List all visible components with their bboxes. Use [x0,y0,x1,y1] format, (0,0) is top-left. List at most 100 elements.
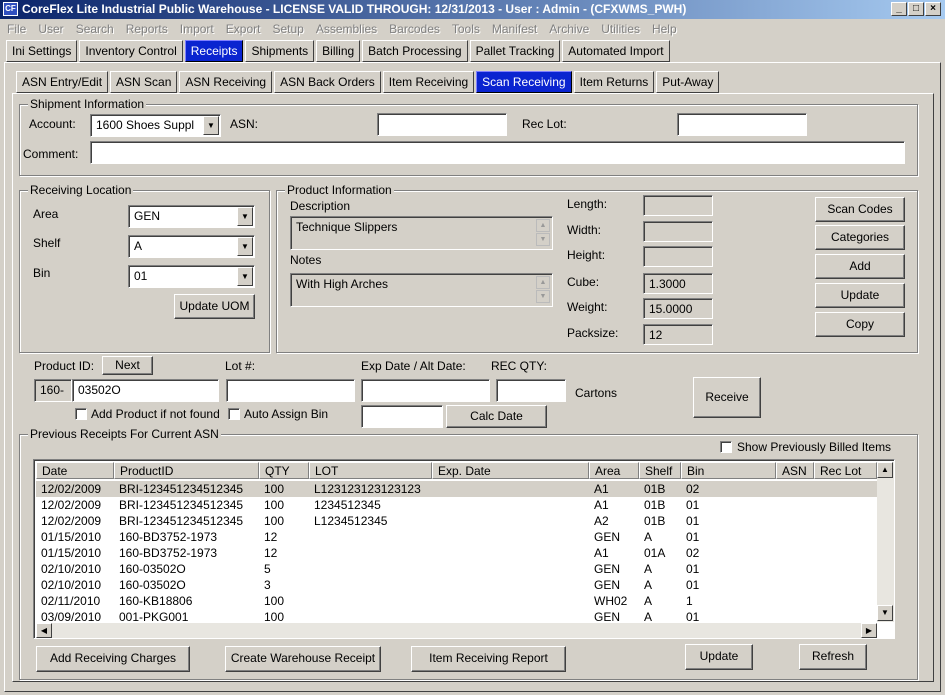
tab-batch-processing[interactable]: Batch Processing [362,40,468,62]
table-row[interactable]: 02/11/2010 160-KB18806 100 WH02 A 1 [36,593,877,609]
scroll-down-icon[interactable]: ▼ [536,233,550,246]
menu-item-setup[interactable]: Setup [265,20,308,36]
menu-item-archive[interactable]: Archive [542,20,594,36]
update-uom-button[interactable]: Update UOM [174,294,255,319]
column-header[interactable]: Date [36,462,114,479]
subtab-asn-entry-edit[interactable]: ASN Entry/Edit [16,71,109,93]
horizontal-scrollbar[interactable]: ◀ ▶ [36,623,877,638]
account-select[interactable]: 1600 Shoes Suppl ▼ [90,114,221,137]
rec-qty-input[interactable] [496,379,566,402]
table-row[interactable]: 02/10/2010 160-03502O 3 GEN A 01 [36,577,877,593]
subtab-asn-back-orders[interactable]: ASN Back Orders [274,71,381,93]
menu-item-user[interactable]: User [31,20,68,36]
exp-date-input[interactable] [361,379,490,402]
menu-item-import[interactable]: Import [173,20,219,36]
subtab-item-returns[interactable]: Item Returns [573,71,655,93]
vertical-scrollbar[interactable]: ▲ ▼ [877,462,894,622]
column-header[interactable]: ASN [776,462,814,479]
table-row[interactable]: 12/02/2009 BRI-123451234512345 100 L1234512… [36,513,877,529]
scroll-left-icon[interactable]: ◀ [36,623,52,638]
chevron-down-icon[interactable]: ▼ [237,237,253,256]
refresh-button[interactable]: Refresh [799,644,867,670]
close-icon[interactable]: × [925,2,941,16]
show-billed-checkbox[interactable] [720,441,732,453]
receipts-table[interactable]: Date ProductID QTY LOT Exp. Date Area Shelf Bin… [33,459,895,639]
menu-item-utilities[interactable]: Utilities [594,20,645,36]
update-product-button[interactable]: Update [815,283,905,308]
reclot-input[interactable] [677,113,807,136]
table-cell: L123123123123123 [314,482,421,496]
lot-input[interactable] [226,379,355,402]
tab-automated-import[interactable]: Automated Import [562,40,670,62]
column-header[interactable]: LOT [309,462,432,479]
copy-button[interactable]: Copy [815,312,905,337]
tab-inventory-control[interactable]: Inventory Control [79,40,183,62]
update-button[interactable]: Update [685,644,753,670]
subtab-scan-receiving[interactable]: Scan Receiving [476,71,572,93]
scroll-up-icon[interactable]: ▲ [536,276,550,289]
alt-date-input[interactable] [361,405,443,428]
scroll-down-icon[interactable]: ▼ [877,605,893,621]
menu-item-file[interactable]: File [0,20,31,36]
maximize-icon[interactable]: □ [908,2,924,16]
menu-item-search[interactable]: Search [69,20,119,36]
column-header[interactable]: Shelf [639,462,681,479]
table-row[interactable]: 01/15/2010 160-BD3752-1973 12 GEN A 01 [36,529,877,545]
menu-item-tools[interactable]: Tools [445,20,485,36]
table-row[interactable]: 12/02/2009 BRI-123451234512345 100 L1231231… [36,481,877,497]
add-product-checkbox[interactable] [75,408,87,420]
description-field[interactable]: Technique Slippers ▲ ▼ [290,216,553,250]
column-header[interactable]: Bin [681,462,776,479]
table-cell: A [644,562,653,576]
menu-item-help[interactable]: Help [645,20,682,36]
asn-input[interactable] [377,113,507,136]
column-header[interactable]: Area [589,462,639,479]
receive-button[interactable]: Receive [693,377,761,418]
subtab-item-receiving[interactable]: Item Receiving [382,71,475,93]
menu-item-reports[interactable]: Reports [119,20,173,36]
tab-shipments[interactable]: Shipments [245,40,315,62]
comment-input[interactable] [90,141,905,164]
scroll-down-icon[interactable]: ▼ [536,290,550,303]
column-header[interactable]: QTY [259,462,309,479]
next-button[interactable]: Next [102,356,153,375]
tab-pallet-tracking[interactable]: Pallet Tracking [469,40,561,62]
menu-item-export[interactable]: Export [219,20,266,36]
table-row[interactable]: 12/02/2009 BRI-123451234512345 100 12345123… [36,497,877,513]
scroll-right-icon[interactable]: ▶ [861,623,877,638]
table-row[interactable]: 02/10/2010 160-03502O 5 GEN A 01 [36,561,877,577]
tab-receipts[interactable]: Receipts [184,40,244,62]
notes-field[interactable]: With High Arches ▲ ▼ [290,273,553,307]
chevron-down-icon[interactable]: ▼ [237,207,253,226]
tab-billing[interactable]: Billing [316,40,361,62]
calc-date-button[interactable]: Calc Date [446,405,547,428]
create-warehouse-receipt-button[interactable]: Create Warehouse Receipt [225,646,381,672]
table-cell: A2 [594,514,609,528]
column-header[interactable]: Exp. Date [432,462,589,479]
column-header[interactable]: Rec Lot [814,462,877,479]
chevron-down-icon[interactable]: ▼ [203,116,219,135]
minimize-icon[interactable]: _ [891,2,907,16]
product-id-input[interactable]: 03502O [72,379,219,402]
chevron-down-icon[interactable]: ▼ [237,267,253,286]
item-receiving-report-button[interactable]: Item Receiving Report [411,646,566,672]
subtab-asn-scan[interactable]: ASN Scan [110,71,178,93]
column-header[interactable]: ProductID [114,462,259,479]
auto-assign-checkbox[interactable] [228,408,240,420]
menu-item-barcodes[interactable]: Barcodes [382,20,445,36]
add-button[interactable]: Add [815,254,905,279]
menu-item-assemblies[interactable]: Assemblies [309,20,382,36]
bin-select[interactable]: 01 ▼ [128,265,255,288]
subtab-asn-receiving[interactable]: ASN Receiving [179,71,273,93]
scroll-up-icon[interactable]: ▲ [536,219,550,232]
area-select[interactable]: GEN ▼ [128,205,255,228]
table-row[interactable]: 01/15/2010 160-BD3752-1973 12 A1 01A 02 [36,545,877,561]
menu-item-manifest[interactable]: Manifest [485,20,542,36]
categories-button[interactable]: Categories [815,225,905,250]
scan-codes-button[interactable]: Scan Codes [815,197,905,222]
scroll-up-icon[interactable]: ▲ [877,462,893,478]
shelf-select[interactable]: A ▼ [128,235,255,258]
tab-ini-settings[interactable]: Ini Settings [6,40,78,62]
subtab-put-away[interactable]: Put-Away [656,71,720,93]
add-receiving-charges-button[interactable]: Add Receiving Charges [36,646,190,672]
